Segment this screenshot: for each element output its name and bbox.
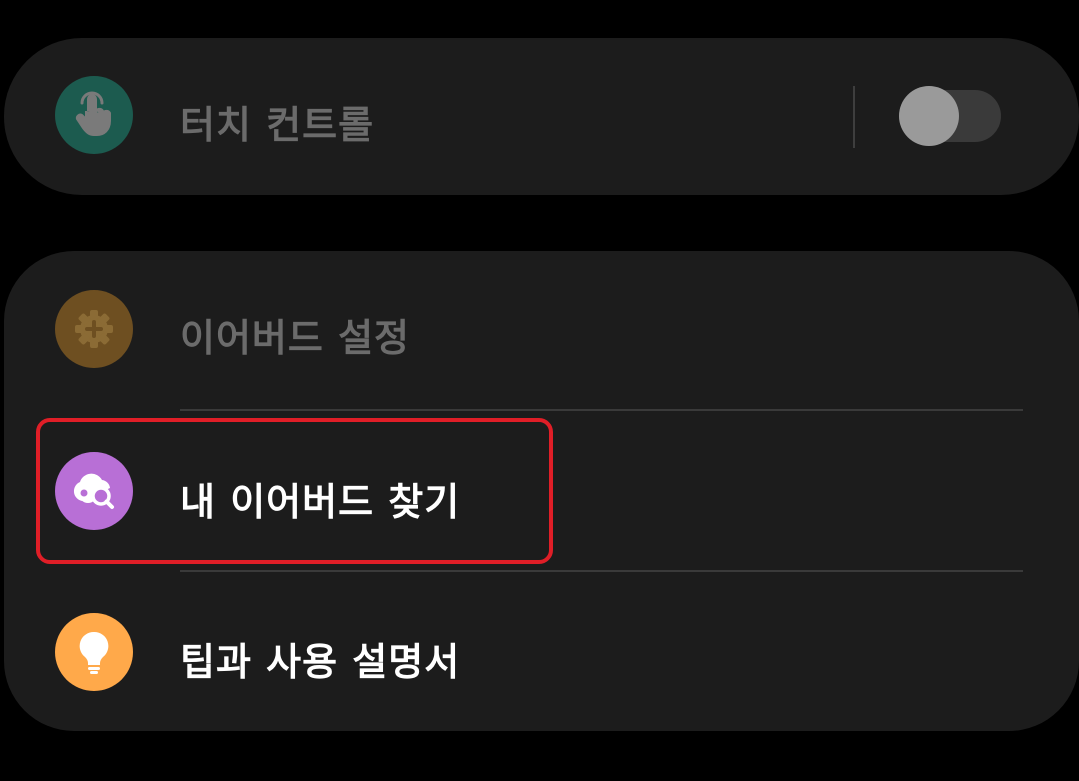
highlight-box <box>36 418 553 564</box>
divider <box>853 86 855 148</box>
touch-control-card: 터치 컨트롤 <box>4 38 1079 195</box>
lightbulb-icon <box>55 613 133 691</box>
earbuds-settings-label[interactable]: 이어버드 설정 <box>180 307 410 362</box>
tips-user-manual-label[interactable]: 팁과 사용 설명서 <box>180 631 460 686</box>
toggle-knob <box>899 86 959 146</box>
divider <box>180 409 1023 411</box>
touch-control-label: 터치 컨트롤 <box>180 103 375 147</box>
touch-control-toggle[interactable] <box>899 86 1001 146</box>
touch-hand-icon <box>55 76 133 154</box>
gear-plus-icon <box>55 290 133 368</box>
divider <box>180 570 1023 572</box>
